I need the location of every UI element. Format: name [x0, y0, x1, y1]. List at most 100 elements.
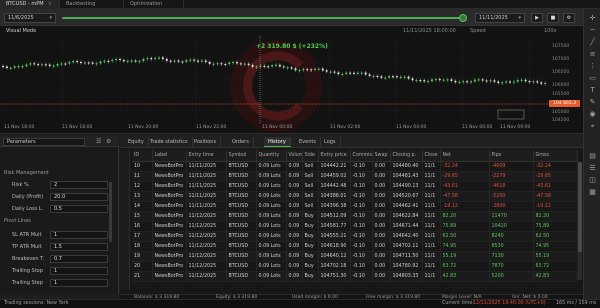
- column-header[interactable]: Commiss.: [350, 150, 373, 162]
- tab-events[interactable]: Events: [295, 137, 321, 147]
- column-header[interactable]: Symbol: [226, 150, 257, 162]
- table-row[interactable]: 10 NewsBotPro 11/11/2025 BTCUSD 0.09 Lots 0.0…: [132, 161, 578, 172]
- candle-body: [302, 69, 305, 71]
- table-cell: 42.83: [440, 271, 490, 282]
- column-header[interactable]: Closing p.: [390, 150, 423, 162]
- candle-body: [130, 60, 133, 62]
- column-header[interactable]: Side: [302, 150, 319, 162]
- param-input[interactable]: 20.0: [50, 193, 108, 201]
- horizontal-line-icon[interactable]: ─: [586, 25, 599, 36]
- param-input[interactable]: 2: [50, 181, 108, 189]
- column-header[interactable]: ID: [132, 150, 153, 162]
- table-cell: BTCUSD: [226, 241, 257, 252]
- start-date-picker[interactable]: 11/6/2025 ▾: [4, 13, 56, 23]
- table-row[interactable]: 18 NewsBotPro 11/12/2025 BTCUSD 0.09 Lots 0.0…: [132, 241, 578, 252]
- eye-icon[interactable]: ◉: [586, 109, 599, 120]
- column-header[interactable]: Pips: [489, 150, 534, 162]
- layers-icon[interactable]: ◫: [586, 175, 599, 186]
- tab-optimization[interactable]: Optimization: [124, 0, 184, 9]
- parameters-scrollbar[interactable]: [109, 182, 112, 242]
- candle-body: [353, 72, 355, 74]
- param-input[interactable]: 1: [50, 267, 108, 275]
- settings-button[interactable]: ⚙: [563, 13, 575, 23]
- table-cell: 21: [132, 271, 153, 282]
- table-row[interactable]: 15 NewsBotPro 11/12/2025 BTCUSD 0.09 Lots 0.0…: [132, 211, 578, 222]
- param-input[interactable]: 1.5: [50, 243, 108, 251]
- candle-body: [87, 62, 90, 64]
- table-scrollbar[interactable]: [578, 162, 582, 280]
- param-input[interactable]: 1: [50, 231, 108, 239]
- parameters-selector[interactable]: Parameters: [3, 138, 85, 146]
- trend-line-icon[interactable]: ╱: [586, 37, 599, 48]
- candle-body: [321, 68, 324, 71]
- fibonacci-icon[interactable]: ⋮: [586, 61, 599, 72]
- candle-body: [64, 63, 67, 65]
- close-icon[interactable]: ×: [48, 1, 52, 7]
- crosshair-icon[interactable]: ✛: [586, 13, 599, 24]
- column-header[interactable]: Net: [440, 150, 490, 162]
- candle-body: [99, 61, 102, 64]
- column-header[interactable]: Volume: [286, 150, 303, 162]
- column-header[interactable]: Close: [422, 150, 441, 162]
- candle-body: [376, 75, 379, 77]
- table-row[interactable]: 14 NewsBotPro 11/11/2025 BTCUSD 0.09 Lots 0.0…: [132, 201, 578, 212]
- candle-body: [158, 57, 160, 59]
- column-header[interactable]: Gross: [533, 150, 578, 162]
- column-header[interactable]: Swap: [372, 150, 391, 162]
- list-icon[interactable]: ☰: [586, 163, 599, 174]
- column-header[interactable]: Entry price: [318, 150, 351, 162]
- column-header[interactable]: Entry time: [186, 150, 227, 162]
- tab-trade-statistics[interactable]: Trade statistics: [146, 137, 193, 147]
- backtest-range-handle[interactable]: [459, 14, 467, 22]
- column-header[interactable]: Label: [152, 150, 187, 162]
- candle-body: [154, 57, 157, 59]
- table-cell: 11/1: [422, 271, 441, 282]
- table-cell: NewsBotPro: [152, 241, 187, 252]
- price-tick: 105500: [552, 92, 570, 97]
- table-row[interactable]: 12 NewsBotPro 11/11/2025 BTCUSD 0.09 Lots 0.0…: [132, 181, 578, 192]
- text-icon[interactable]: T: [586, 85, 599, 96]
- table-cell: 0.09 Lots: [256, 251, 287, 262]
- table-cell: -0.10: [350, 171, 373, 182]
- candle-body: [236, 62, 238, 64]
- calculator-icon[interactable]: ▦: [586, 187, 599, 198]
- table-row[interactable]: 19 NewsBotPro 11/12/2025 BTCUSD 0.09 Lots 0.0…: [132, 251, 578, 262]
- end-date-picker[interactable]: 11/11/2025 ▾: [475, 13, 525, 23]
- pencil-icon[interactable]: ✎: [586, 97, 599, 108]
- column-header[interactable]: Quantity: [256, 150, 287, 162]
- table-cell: BTCUSD: [226, 161, 257, 172]
- chart-zoom-readout: 100x: [544, 28, 557, 34]
- tab-positions[interactable]: Positions: [190, 137, 222, 147]
- table-row[interactable]: 16 NewsBotPro 11/12/2025 BTCUSD 0.09 Lots 0.0…: [132, 221, 578, 232]
- candle-body: [505, 81, 508, 83]
- table-cell: NewsBotPro: [152, 191, 187, 202]
- table-row[interactable]: 21 NewsBotPro 11/12/2025 BTCUSD 0.09 Lots 0.0…: [132, 271, 578, 282]
- table-cell: NewsBotPro: [152, 251, 187, 262]
- param-input[interactable]: 0.5: [50, 205, 108, 213]
- tab-backtesting[interactable]: Backtesting: [60, 0, 124, 9]
- table-row[interactable]: 20 NewsBotPro 11/12/2025 BTCUSD 0.09 Lots 0.0…: [132, 261, 578, 272]
- pin-icon[interactable]: ⌖: [586, 121, 599, 132]
- stop-button[interactable]: ■: [547, 13, 559, 23]
- chart-icon[interactable]: ▤: [586, 151, 599, 162]
- table-row[interactable]: 17 NewsBotPro 11/12/2025 BTCUSD 0.09 Lots 0.0…: [132, 231, 578, 242]
- visual-backtest-chart[interactable]: Visual Mode 11/11/2025 18:00:00 Speed 10…: [0, 26, 583, 134]
- tab-logs[interactable]: Logs: [320, 137, 341, 147]
- table-row[interactable]: 11 NewsBotPro 11/11/2025 BTCUSD 0.09 Lots 0.0…: [132, 171, 578, 182]
- play-button[interactable]: ▶: [531, 13, 543, 23]
- channel-icon[interactable]: ≡: [586, 49, 599, 60]
- rectangle-icon[interactable]: ▭: [586, 73, 599, 84]
- table-row[interactable]: 13 NewsBotPro 11/11/2025 BTCUSD 0.09 Lots 0.0…: [132, 191, 578, 202]
- table-cell: 11/1: [422, 181, 441, 192]
- param-input[interactable]: 0.7: [50, 255, 108, 263]
- tab-btcusd[interactable]: BTCUSD - mPM ×: [0, 0, 60, 9]
- table-cell: 75.89: [533, 221, 578, 232]
- candle-body: [200, 60, 203, 62]
- candle-body: [251, 65, 254, 67]
- tab-orders[interactable]: Orders: [228, 137, 254, 147]
- gear-icon[interactable]: ⚙: [106, 138, 111, 145]
- param-input[interactable]: 1: [50, 279, 108, 287]
- table-scrollbar-thumb[interactable]: [578, 162, 582, 252]
- tab-history[interactable]: History: [264, 137, 291, 147]
- list-icon[interactable]: ☰: [96, 138, 101, 145]
